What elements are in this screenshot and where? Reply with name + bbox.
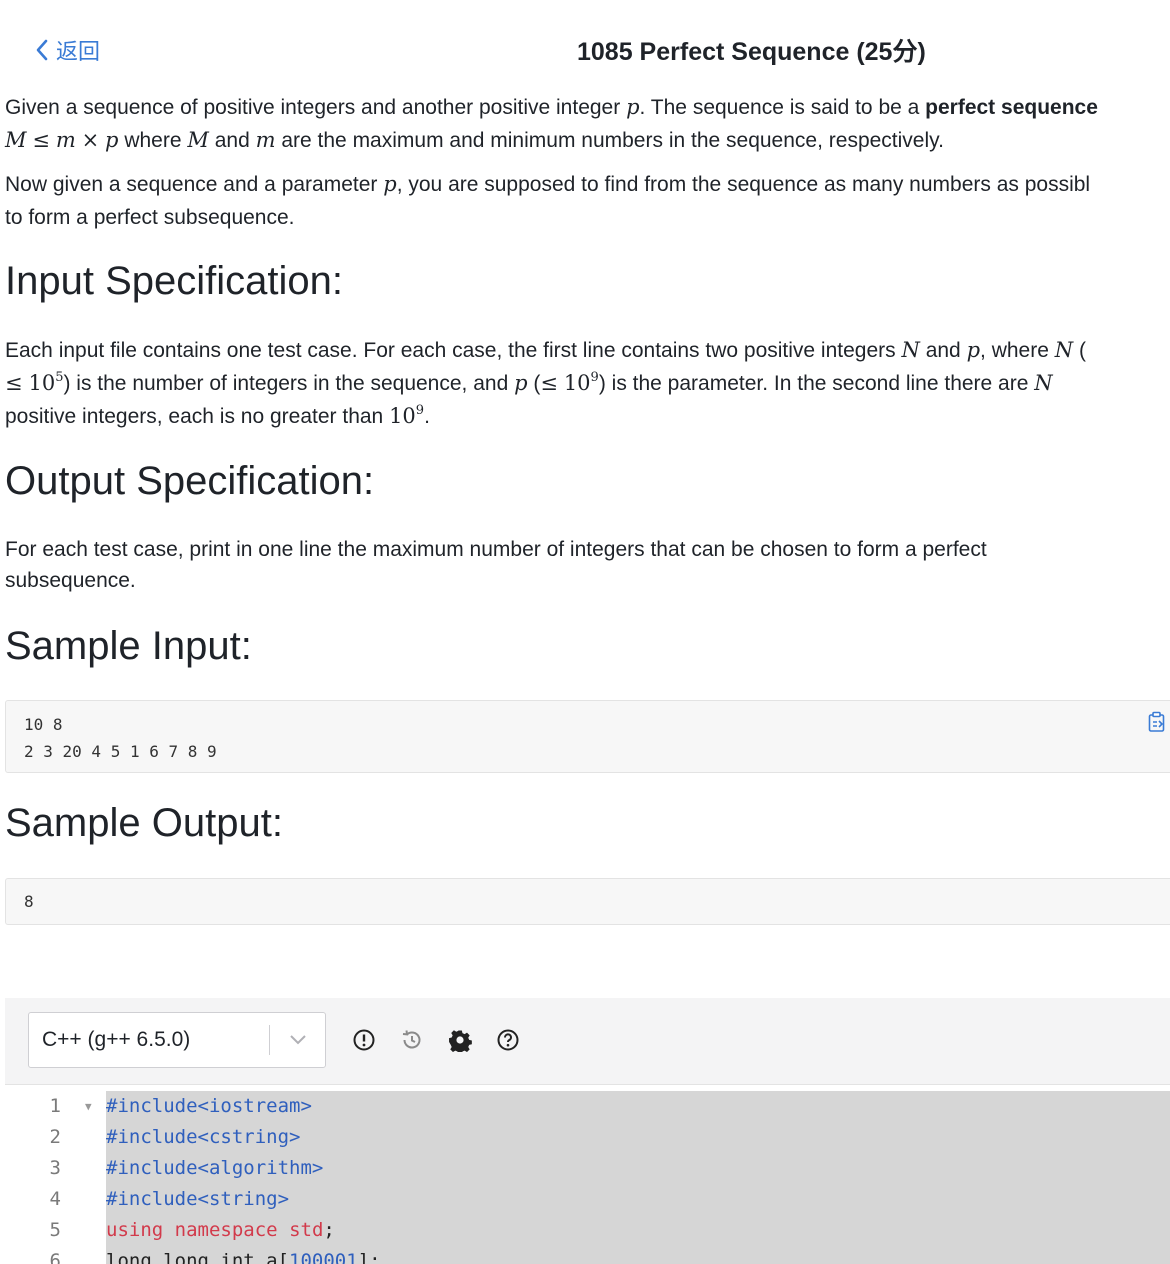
page-title: 1085 Perfect Sequence (25分) (577, 38, 926, 66)
spec-text: . (424, 405, 430, 428)
math-M: M (187, 128, 209, 152)
alert-circle-icon[interactable] (351, 1027, 377, 1053)
intro-text: and (208, 129, 256, 152)
code-token: long long int a[ (106, 1250, 290, 1264)
sample-output-box: 8 (5, 878, 1170, 925)
code-text: #include<string> (106, 1188, 290, 1210)
line-number: 1 (49, 1095, 61, 1117)
keyword: namespace (174, 1219, 278, 1241)
keyword: using (106, 1219, 164, 1241)
output-spec-heading: Output Specification: (5, 459, 375, 503)
sample-input-line: 10 8 (24, 715, 63, 734)
spec-text: positive integers, each is no greater th… (5, 405, 390, 428)
input-spec-heading: Input Specification: (5, 259, 343, 303)
sample-input-box: 10 8 2 3 20 4 5 1 6 7 8 9 (5, 700, 1170, 773)
spec-text: ) is the parameter. In the second line t… (598, 372, 1035, 395)
gear-icon[interactable] (447, 1027, 473, 1053)
math-p: p (383, 172, 397, 196)
code-text: long long int a[100001]; (106, 1246, 381, 1264)
spec-text: subsequence. (5, 569, 136, 592)
spec-text: and (919, 339, 967, 362)
fold-arrow-icon[interactable]: ▼ (85, 1091, 92, 1122)
punctuation: ; (323, 1219, 335, 1241)
math-ten: 10 (389, 404, 416, 428)
math-M: M (5, 128, 27, 152)
intro-text: to form a perfect subsequence. (5, 206, 295, 229)
history-icon[interactable] (399, 1027, 425, 1053)
input-spec-paragraph: Each input file contains one test case. … (5, 334, 1170, 433)
spec-text: Each input file contains one test case. … (5, 339, 902, 362)
line-number: 2 (49, 1126, 61, 1148)
sample-input-heading: Sample Input: (5, 624, 252, 668)
code-token: ]; (357, 1250, 381, 1264)
code-line: 6 long long int a[100001]; (5, 1246, 1170, 1264)
code-text: #include<algorithm> (106, 1157, 324, 1179)
math-le: ≤ (540, 371, 558, 395)
chevron-down-icon[interactable] (270, 1034, 325, 1046)
help-circle-icon[interactable] (495, 1027, 521, 1053)
spec-text: For each test case, print in one line th… (5, 538, 987, 561)
sample-input-line: 2 3 20 4 5 1 6 7 8 9 (24, 742, 217, 761)
math-p: p (626, 95, 640, 119)
spec-text: ( (1073, 339, 1086, 362)
math-m: m (255, 128, 276, 152)
perfect-sequence-term: perfect sequence (925, 96, 1098, 119)
code-editor[interactable]: 1 ▼ #include<iostream> 2 #include<cstrin… (5, 1084, 1170, 1264)
language-select[interactable]: C++ (g++ 6.5.0) (28, 1012, 326, 1068)
spec-text: ( (527, 372, 541, 395)
code-text: #include<cstring> (106, 1126, 301, 1148)
code-line: 2 #include<cstring> (5, 1122, 1170, 1153)
back-label: 返回 (56, 39, 101, 64)
math-ten: 10 (563, 371, 591, 395)
code-text: #include<iostream> (106, 1095, 312, 1117)
math-exp: 9 (590, 370, 599, 385)
intro-text: are the maximum and minimum numbers in t… (275, 129, 944, 152)
math-N: N (901, 338, 920, 362)
intro-text: . The sequence is said to be a (639, 96, 926, 119)
code-line: 5 using namespace std; (5, 1215, 1170, 1246)
code-text: using namespace std; (106, 1215, 335, 1246)
line-number: 5 (49, 1219, 61, 1241)
output-spec-paragraph: For each test case, print in one line th… (5, 534, 1170, 596)
math-le: ≤ (32, 128, 50, 152)
sample-output-heading: Sample Output: (5, 801, 283, 845)
math-times: × (81, 128, 100, 152)
intro-text: Given a sequence of positive integers an… (5, 96, 627, 119)
sample-output-line: 8 (24, 892, 34, 911)
line-number: 3 (49, 1157, 61, 1179)
code-line: 1 ▼ #include<iostream> (5, 1091, 1170, 1122)
math-le: ≤ (5, 371, 23, 395)
intro-text: where (118, 129, 188, 152)
copy-icon[interactable] (1148, 711, 1166, 737)
keyword: std (289, 1219, 324, 1241)
language-select-value: C++ (g++ 6.5.0) (42, 1028, 191, 1051)
back-button[interactable]: 返回 (34, 34, 100, 66)
spec-text: , where (980, 339, 1055, 362)
code-line: 3 #include<algorithm> (5, 1153, 1170, 1184)
line-number: 6 (49, 1250, 61, 1264)
math-p: p (966, 338, 981, 362)
math-N: N (1054, 338, 1074, 362)
intro-paragraph-2: Now given a sequence and a parameter p, … (5, 168, 1170, 234)
code-line: 4 #include<string> (5, 1184, 1170, 1215)
math-p: p (105, 128, 119, 152)
spec-text: ) is the number of integers in the seque… (63, 372, 515, 395)
intro-paragraph: Given a sequence of positive integers an… (5, 91, 1170, 157)
chevron-left-icon (36, 39, 48, 61)
math-p: p (514, 371, 528, 395)
math-ten: 10 (28, 371, 56, 395)
number-literal: 100001 (289, 1250, 358, 1264)
intro-text: , you are supposed to find from the sequ… (396, 173, 1091, 196)
math-exp: 9 (415, 403, 425, 418)
math-N: N (1034, 371, 1053, 395)
line-number: 4 (49, 1188, 61, 1210)
intro-text: Now given a sequence and a parameter (5, 173, 384, 196)
math-m: m (55, 128, 76, 152)
